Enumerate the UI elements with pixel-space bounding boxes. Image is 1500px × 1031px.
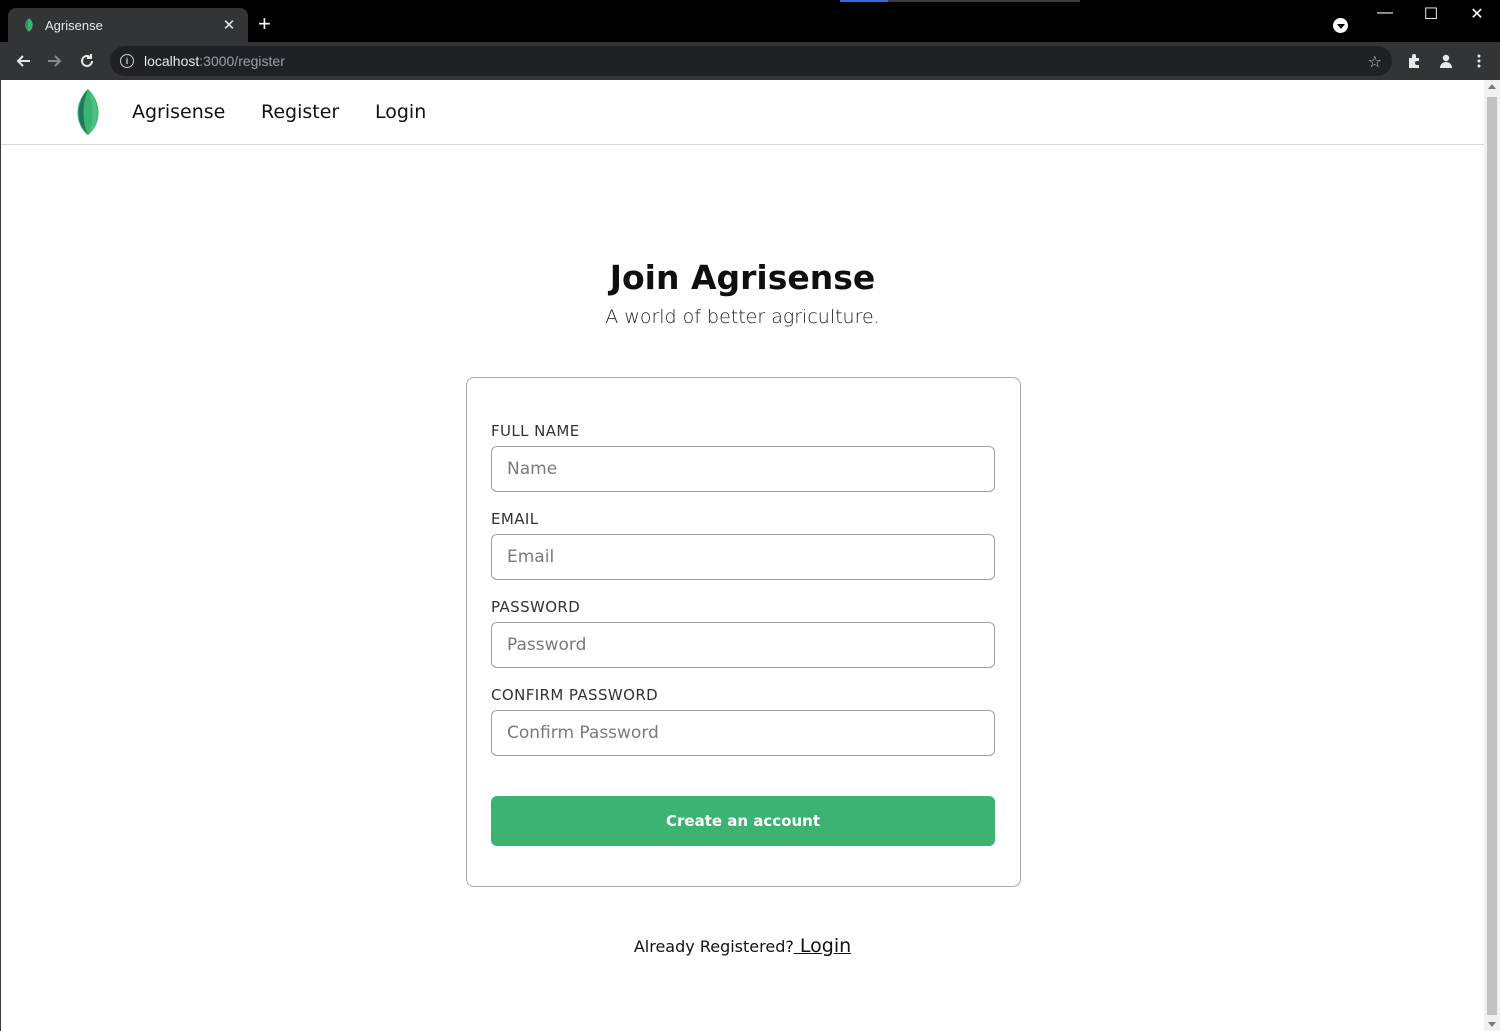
footer-login-link[interactable]: Login	[794, 935, 851, 957]
new-tab-button[interactable]: +	[258, 13, 271, 35]
address-bar[interactable]: i localhost :3000/register ☆	[110, 46, 1392, 76]
tab-strip-indicator	[840, 0, 1080, 2]
leaf-favicon-icon	[22, 18, 36, 32]
leaf-logo-icon[interactable]	[71, 88, 105, 136]
page-viewport: Agrisense Register Login Join Agrisense …	[0, 80, 1484, 1031]
full-name-label: FULL NAME	[491, 422, 580, 440]
full-name-input[interactable]	[491, 446, 995, 492]
forward-arrow-icon[interactable]	[44, 50, 66, 72]
nav-brand-link[interactable]: Agrisense	[132, 101, 225, 123]
email-label: EMAIL	[491, 510, 539, 528]
scrollbar-thumb[interactable]	[1487, 97, 1497, 1015]
password-input[interactable]	[491, 622, 995, 668]
tab-close-icon[interactable]: ✕	[220, 16, 238, 34]
nav-register-link[interactable]: Register	[261, 101, 339, 123]
nav-login-link[interactable]: Login	[375, 101, 426, 123]
menu-icon[interactable]	[1470, 52, 1488, 70]
confirm-password-label: CONFIRM PASSWORD	[491, 686, 659, 704]
info-icon[interactable]: i	[120, 54, 134, 68]
extensions-icon[interactable]	[1405, 52, 1423, 70]
create-account-button[interactable]: Create an account	[491, 796, 995, 846]
register-form-card: FULL NAME EMAIL PASSWORD CONFIRM PASSWOR…	[466, 377, 1021, 887]
password-label: PASSWORD	[491, 598, 581, 616]
scroll-down-icon[interactable]	[1488, 1022, 1496, 1027]
confirm-password-input[interactable]	[491, 710, 995, 756]
url-host: localhost	[144, 53, 200, 69]
email-input[interactable]	[491, 534, 995, 580]
browser-tab-bar: Agrisense ✕ + — ☐ ✕	[0, 0, 1500, 42]
scroll-up-icon[interactable]	[1488, 84, 1496, 89]
back-arrow-icon[interactable]	[12, 50, 34, 72]
reload-icon[interactable]	[76, 50, 98, 72]
minimize-button[interactable]: —	[1370, 4, 1400, 22]
page-title: Join Agrisense	[609, 258, 876, 297]
login-prompt: Already Registered? Login	[1, 935, 1484, 957]
profile-icon[interactable]	[1437, 52, 1455, 70]
site-navbar: Agrisense Register Login	[1, 80, 1484, 145]
tab-search-icon[interactable]	[1333, 18, 1348, 33]
close-window-button[interactable]: ✕	[1462, 4, 1492, 24]
maximize-button[interactable]: ☐	[1416, 4, 1446, 24]
page-scrollbar[interactable]	[1484, 80, 1500, 1031]
tab-title: Agrisense	[45, 17, 103, 33]
already-registered-text: Already Registered?	[633, 937, 794, 956]
star-icon[interactable]: ☆	[1368, 52, 1382, 72]
browser-tab[interactable]: Agrisense ✕	[8, 8, 248, 42]
browser-toolbar: i localhost :3000/register ☆	[0, 42, 1500, 80]
page-subtitle: A world of better agriculture.	[605, 306, 880, 328]
url-path: :3000/register	[199, 53, 285, 69]
